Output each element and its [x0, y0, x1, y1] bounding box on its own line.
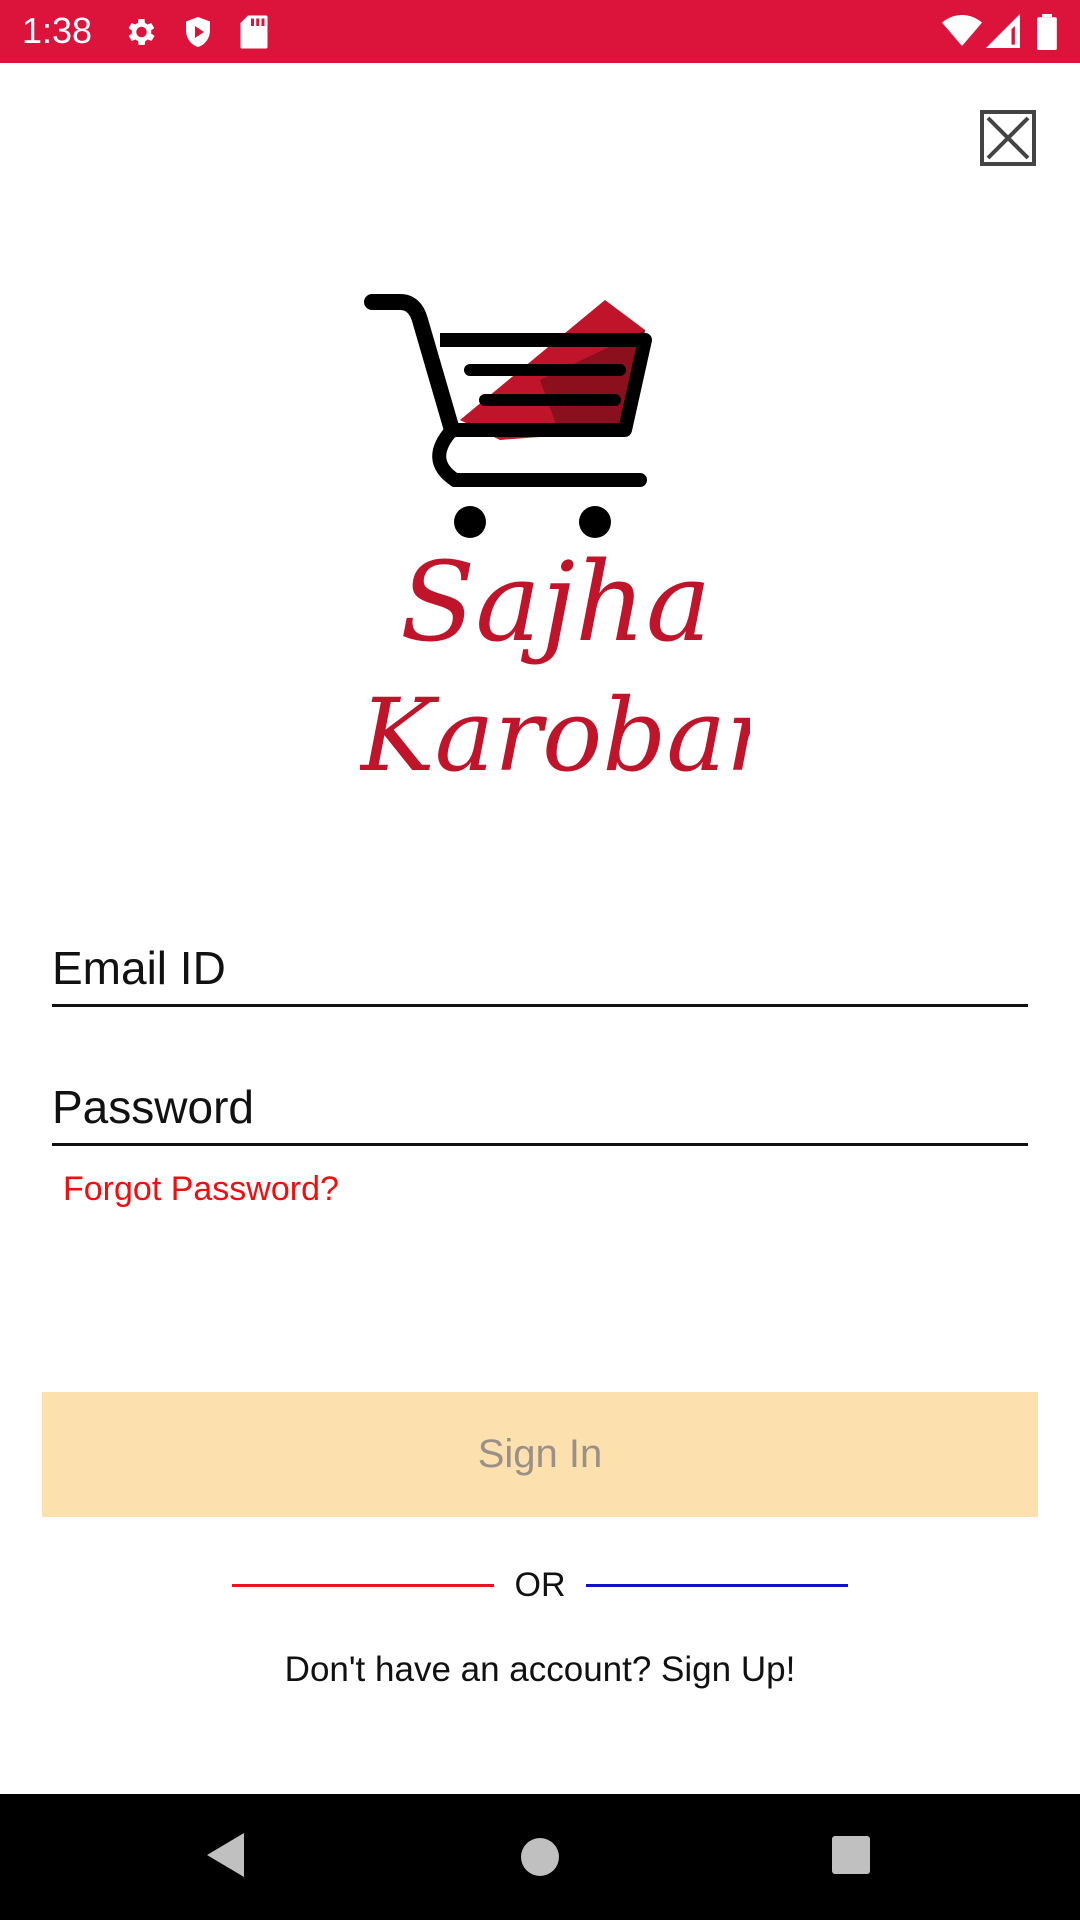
logo-text-line2: Karobar: [360, 677, 750, 794]
email-field[interactable]: [52, 937, 1028, 1007]
or-divider-right: [586, 1584, 848, 1587]
signup-link[interactable]: Don't have an account? Sign Up!: [0, 1650, 1080, 1690]
shield-play-icon: [186, 17, 210, 47]
battery-icon: [1037, 14, 1057, 50]
logo-text-line1: Sajha: [400, 538, 711, 666]
sign-in-button[interactable]: Sign In: [42, 1392, 1038, 1517]
password-input[interactable]: [52, 1080, 1028, 1134]
status-time: 1:38: [22, 10, 93, 51]
app-logo: Sajha Karobar: [358, 290, 779, 830]
shopping-cart-logo-icon: Sajha Karobar: [358, 294, 779, 794]
or-text: OR: [514, 1566, 566, 1604]
password-field[interactable]: [52, 1076, 1028, 1146]
sd-card-icon: [240, 15, 268, 49]
close-x-icon[interactable]: [980, 110, 1036, 166]
settings-gear-icon: [128, 18, 155, 46]
forgot-password-link[interactable]: Forgot Password?: [63, 1170, 339, 1209]
or-divider-left: [232, 1584, 494, 1587]
home-icon[interactable]: [520, 1830, 560, 1880]
email-input[interactable]: [52, 941, 1028, 995]
back-icon[interactable]: [204, 1830, 250, 1880]
wifi-icon: [942, 15, 982, 46]
cell-signal-icon: [986, 14, 1020, 48]
status-bar: 1:38: [0, 0, 1080, 63]
recents-icon[interactable]: [830, 1830, 872, 1880]
